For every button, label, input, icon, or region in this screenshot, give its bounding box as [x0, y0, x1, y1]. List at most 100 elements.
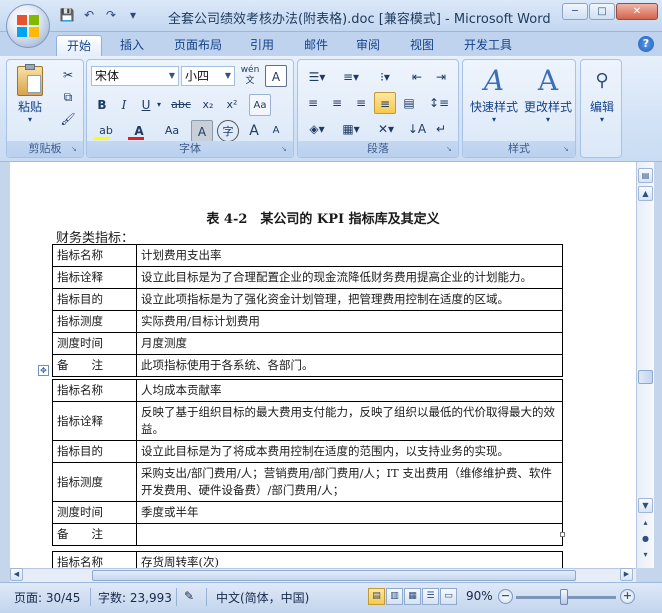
- grow-font-button[interactable]: A: [243, 120, 265, 142]
- font-launcher-icon[interactable]: ↘: [281, 145, 290, 154]
- table-key-cell[interactable]: 指标名称: [52, 551, 137, 568]
- borders-icon[interactable]: ▦▾: [336, 118, 366, 140]
- bold-button[interactable]: B: [91, 94, 113, 116]
- change-case-button[interactable]: Aa: [157, 120, 187, 142]
- sort-icon[interactable]: ↓A: [406, 118, 428, 140]
- kpi-table-1[interactable]: 指标名称 计划费用支出率 指标诠释 设立此目标是为了合理配置企业的现金流降低财务费用…: [52, 244, 563, 377]
- table-value-cell[interactable]: 实际费用/目标计划费用: [136, 310, 563, 333]
- zoom-slider-thumb[interactable]: [560, 589, 568, 605]
- bullets-icon[interactable]: ☰▾: [302, 66, 332, 88]
- format-painter-icon[interactable]: 🖌: [57, 108, 79, 130]
- show-marks-icon[interactable]: ↵: [430, 118, 452, 140]
- web-layout-view-button[interactable]: ▦: [404, 588, 421, 605]
- scroll-down-icon[interactable]: ▼: [638, 498, 653, 513]
- font-name-combo[interactable]: 宋体 ▼: [91, 66, 179, 86]
- minimize-button[interactable]: ─: [562, 3, 588, 20]
- editing-button[interactable]: ⚲ 编辑 ▾: [583, 64, 621, 134]
- zoom-out-button[interactable]: −: [498, 589, 513, 604]
- table-key-cell[interactable]: 指标测度: [52, 462, 137, 502]
- table-key-cell[interactable]: 指标目的: [52, 440, 137, 463]
- paragraph-launcher-icon[interactable]: ↘: [446, 145, 455, 154]
- align-center-icon[interactable]: ≡: [326, 92, 348, 114]
- tab-references[interactable]: 引用: [242, 35, 282, 56]
- highlight-color-button[interactable]: ab: [91, 120, 121, 142]
- save-icon[interactable]: 💾: [58, 7, 76, 23]
- tab-developer[interactable]: 开发工具: [456, 35, 520, 56]
- table-value-cell[interactable]: 设立此项指标是为了强化资金计划管理，把管理费用控制在适度的区域。: [136, 288, 563, 311]
- enclose-characters-button[interactable]: 字: [217, 120, 239, 142]
- select-browse-object-icon[interactable]: ●: [638, 532, 653, 547]
- horizontal-scroll-thumb[interactable]: [92, 570, 576, 581]
- subscript-button[interactable]: x₂: [197, 94, 219, 116]
- full-screen-reading-view-button[interactable]: ▥: [386, 588, 403, 605]
- align-left-icon[interactable]: ≡: [302, 92, 324, 114]
- character-shading-button[interactable]: A: [191, 120, 213, 142]
- cut-icon[interactable]: ✂: [57, 64, 79, 86]
- clear-formatting-icon[interactable]: Aa: [249, 94, 271, 116]
- italic-button[interactable]: I: [113, 94, 135, 116]
- redo-icon[interactable]: ↷: [102, 7, 120, 23]
- paste-button[interactable]: 粘贴 ▾: [13, 64, 47, 126]
- table-value-cell[interactable]: [136, 523, 563, 546]
- table-key-cell[interactable]: 备 注: [52, 354, 137, 377]
- proofing-icon[interactable]: ✎: [184, 589, 194, 603]
- kpi-table-3[interactable]: 指标名称 存货周转率(次): [52, 551, 563, 568]
- underline-dropdown-icon[interactable]: ▾: [153, 94, 165, 116]
- tab-page-layout[interactable]: 页面布局: [168, 35, 228, 56]
- multilevel-list-icon[interactable]: ⁝▾: [370, 66, 400, 88]
- vertical-scrollbar[interactable]: ▤ ▲ ▼ ▴ ● ▾: [636, 162, 654, 568]
- customize-toolbar-icon[interactable]: ▾: [124, 7, 142, 23]
- styles-launcher-icon[interactable]: ↘: [563, 145, 572, 154]
- phonetic-guide-icon[interactable]: wén 文: [239, 65, 261, 87]
- table-key-cell[interactable]: 指标名称: [52, 379, 137, 402]
- chevron-down-icon[interactable]: ▼: [166, 67, 178, 85]
- align-right-icon[interactable]: ≡: [350, 92, 372, 114]
- help-icon[interactable]: ?: [638, 36, 654, 52]
- table-key-cell[interactable]: 测度时间: [52, 332, 137, 355]
- tab-review[interactable]: 审阅: [348, 35, 388, 56]
- increase-indent-icon[interactable]: ⇥: [430, 66, 452, 88]
- undo-icon[interactable]: ↶: [80, 7, 98, 23]
- table-value-cell[interactable]: 设立此目标是为了将成本费用控制在适度的范围内，以支持业务的实现。: [136, 440, 563, 463]
- language-indicator[interactable]: 中文(简体，中国): [216, 589, 309, 606]
- table-value-cell[interactable]: 月度测度: [136, 332, 563, 355]
- table-value-cell[interactable]: 反映了基于组织目标的最大费用支付能力，反映了组织以最低的代价取得最大的效益。: [136, 401, 563, 441]
- chinese-layout-icon[interactable]: ✕▾: [372, 118, 400, 140]
- word-count[interactable]: 字数: 23,993: [98, 589, 172, 606]
- clipboard-launcher-icon[interactable]: ↘: [71, 145, 80, 154]
- shading-icon[interactable]: ◈▾: [302, 118, 332, 140]
- table-key-cell[interactable]: 指标诠释: [52, 401, 137, 441]
- outline-view-button[interactable]: ☰: [422, 588, 439, 605]
- table-value-cell[interactable]: 此项指标使用于各系统、各部门。: [136, 354, 563, 377]
- table-move-handle-icon[interactable]: ✥: [38, 365, 49, 376]
- tab-mailings[interactable]: 邮件: [296, 35, 336, 56]
- strikethrough-button[interactable]: abc: [167, 94, 195, 116]
- tab-insert[interactable]: 插入: [112, 35, 152, 56]
- character-border-icon[interactable]: A: [265, 65, 287, 87]
- next-page-icon[interactable]: ▾: [638, 548, 653, 563]
- table-value-cell[interactable]: 季度或半年: [136, 501, 563, 524]
- quick-styles-button[interactable]: A 快速样式 ▾: [467, 64, 521, 134]
- chevron-down-icon[interactable]: ▼: [222, 67, 234, 85]
- copy-icon[interactable]: ⧉: [57, 86, 79, 108]
- distributed-icon[interactable]: ▤: [398, 92, 420, 114]
- table-value-cell[interactable]: 计划费用支出率: [136, 244, 563, 267]
- table-key-cell[interactable]: 指标目的: [52, 288, 137, 311]
- table-value-cell[interactable]: 设立此目标是为了合理配置企业的现金流降低财务费用提高企业的计划能力。: [136, 266, 563, 289]
- table-key-cell[interactable]: 指标诠释: [52, 266, 137, 289]
- horizontal-scrollbar[interactable]: ◀ ▶: [10, 568, 636, 582]
- office-button[interactable]: [6, 4, 50, 48]
- table-value-cell[interactable]: 人均成本贡献率: [136, 379, 563, 402]
- table-resize-handle[interactable]: [560, 532, 565, 537]
- change-styles-button[interactable]: A 更改样式 ▾: [521, 64, 575, 134]
- line-spacing-icon[interactable]: ↕≡: [424, 92, 454, 114]
- shrink-font-button[interactable]: A: [265, 120, 287, 142]
- draft-view-button[interactable]: ▭: [440, 588, 457, 605]
- decrease-indent-icon[interactable]: ⇤: [406, 66, 428, 88]
- numbering-icon[interactable]: ≡▾: [336, 66, 366, 88]
- tab-view[interactable]: 视图: [402, 35, 442, 56]
- table-value-cell[interactable]: 采购支出/部门费用/人；营销费用/部门费用/人；IT 支出费用（维修维护费、软件…: [136, 462, 563, 502]
- print-layout-view-button[interactable]: ▤: [368, 588, 385, 605]
- table-key-cell[interactable]: 备 注: [52, 523, 137, 546]
- ruler-toggle-icon[interactable]: ▤: [638, 168, 653, 183]
